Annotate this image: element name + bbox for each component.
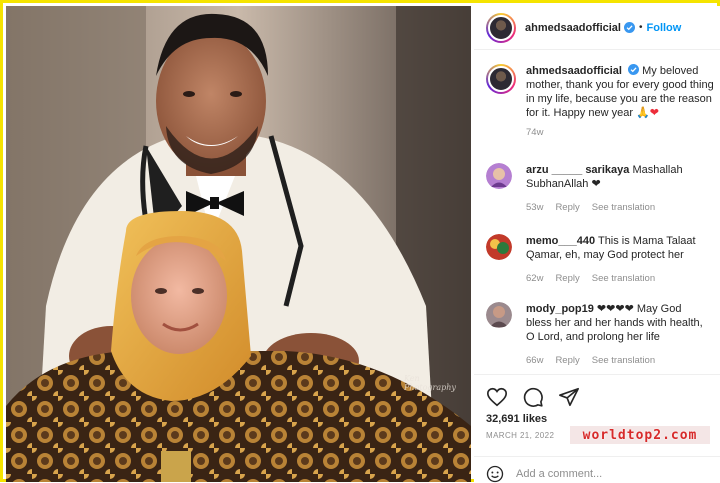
comment-username[interactable]: memo___440: [526, 235, 595, 247]
see-translation-link[interactable]: See translation: [592, 201, 655, 215]
photo-illustration: [6, 6, 471, 482]
caption-username[interactable]: ahmedsaadofficial: [526, 65, 622, 77]
comment-item: arzu _____ sarikaya Mashallah SubhanAlla…: [486, 163, 714, 215]
speech-bubble-icon[interactable]: [522, 386, 544, 408]
post-date: MARCH 21, 2022: [486, 431, 555, 440]
caption-emoji: 🙏❤: [636, 107, 659, 119]
caption-time: 74w: [526, 127, 544, 138]
follow-button[interactable]: Follow: [647, 22, 682, 34]
post-panel: ahmedsaadofficial • Follow ahmedsaadoffi…: [474, 6, 720, 483]
divider: [474, 374, 720, 375]
divider: [474, 456, 720, 457]
smiley-icon[interactable]: [486, 465, 504, 483]
heart-outline-icon[interactable]: [486, 386, 508, 408]
comment-meta: 62w Reply See translation: [526, 272, 710, 286]
caption-body: ahmedsaadofficial My beloved mother, tha…: [526, 64, 714, 140]
post-header: ahmedsaadofficial • Follow: [474, 6, 720, 50]
header-separator: •: [638, 22, 643, 33]
comment-username[interactable]: arzu _____ sarikaya: [526, 164, 629, 176]
comment-meta: 66w Reply See translation: [526, 354, 710, 368]
reply-button[interactable]: Reply: [555, 354, 579, 368]
comment-avatar[interactable]: [486, 163, 512, 189]
post-actions: [486, 386, 580, 408]
comment-time: 66w: [526, 355, 544, 366]
post-photo[interactable]: Ken Photography: [6, 6, 471, 482]
see-translation-link[interactable]: See translation: [592, 272, 655, 286]
verified-badge-icon: [628, 64, 640, 75]
comment-body: memo___440 This is Mama Talaat Qamar, eh…: [526, 234, 710, 286]
avatar[interactable]: [486, 12, 516, 43]
paper-plane-icon[interactable]: [558, 386, 580, 408]
comment-time: 53w: [526, 202, 544, 213]
screenshot-frame: Ken Photography ahmedsaadofficial • Foll…: [0, 0, 720, 483]
site-watermark: worldtop2.com: [570, 426, 710, 444]
comment-avatar[interactable]: [486, 302, 512, 328]
header-username[interactable]: ahmedsaadofficial: [525, 22, 621, 34]
comment-avatar[interactable]: [486, 234, 512, 260]
verified-badge-icon: [623, 22, 635, 33]
post-caption: ahmedsaadofficial My beloved mother, tha…: [486, 64, 714, 140]
comment-body: arzu _____ sarikaya Mashallah SubhanAlla…: [526, 163, 710, 215]
comment-item: mody_pop19 ❤❤❤❤ May God bless her and he…: [486, 302, 714, 368]
add-comment-bar: [486, 465, 712, 483]
reply-button[interactable]: Reply: [555, 201, 579, 215]
comment-body: mody_pop19 ❤❤❤❤ May God bless her and he…: [526, 302, 710, 368]
comment-meta: 53w Reply See translation: [526, 201, 710, 215]
comment-item: memo___440 This is Mama Talaat Qamar, eh…: [486, 234, 714, 286]
comment-time: 62w: [526, 273, 544, 284]
see-translation-link[interactable]: See translation: [592, 354, 655, 368]
reply-button[interactable]: Reply: [555, 272, 579, 286]
photo-credit: Ken Photography: [404, 374, 456, 392]
caption-avatar[interactable]: [486, 64, 516, 94]
comment-username[interactable]: mody_pop19: [526, 303, 594, 315]
likes-count[interactable]: 32,691 likes: [486, 413, 547, 425]
add-comment-input[interactable]: [516, 468, 706, 480]
